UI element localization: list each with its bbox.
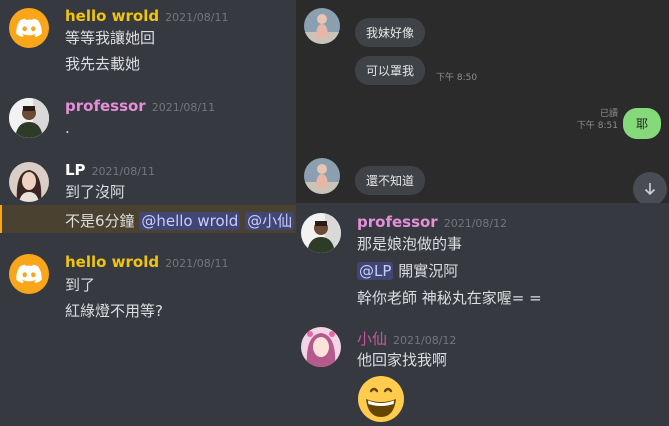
timestamp: 2021/08/11 xyxy=(165,11,229,24)
chat-bubble[interactable]: 我妹好像 xyxy=(355,18,426,47)
mention[interactable]: @LP xyxy=(357,262,394,280)
message-text: 到了沒阿 xyxy=(65,183,126,201)
message-time: 下午 8:50 xyxy=(436,73,478,83)
message-text: 等等我讓她回 xyxy=(65,29,156,47)
username[interactable]: hello wrold 2021/08/11 xyxy=(65,253,229,271)
message-text: 那是娘泡做的事 xyxy=(357,235,463,253)
timestamp: 2021/08/11 xyxy=(165,257,229,270)
username-text[interactable]: professor xyxy=(357,213,438,231)
message-text: 紅綠燈不用等? xyxy=(65,302,163,320)
username-text[interactable]: professor xyxy=(65,97,146,115)
timestamp: 2021/08/12 xyxy=(443,217,508,230)
contact-avatar[interactable] xyxy=(304,158,340,194)
arrow-down-icon[interactable] xyxy=(633,172,667,203)
message-text: @LP 開實況阿 xyxy=(357,260,458,281)
chat-bubble-outgoing[interactable]: 耶 xyxy=(623,108,662,139)
username-text[interactable]: 小仙 xyxy=(357,330,387,348)
username[interactable]: professor 2021/08/12 xyxy=(357,213,507,231)
read-status: 已讀 xyxy=(599,109,618,119)
xiaoxian-avatar[interactable] xyxy=(301,327,341,367)
grinning-face-emoji xyxy=(358,376,404,422)
message-text: 到了 xyxy=(65,276,96,294)
message-text-part: 不是6分鐘 xyxy=(65,212,135,230)
message-time: 下午 8:51 xyxy=(576,121,618,131)
message-text: . xyxy=(65,119,70,137)
message-text: 我先去載她 xyxy=(65,55,141,73)
username[interactable]: LP 2021/08/11 xyxy=(65,161,155,179)
discord-logo-icon[interactable] xyxy=(9,254,49,294)
chat-bubble[interactable]: 可以罩我 xyxy=(355,56,426,85)
message-text-part: 開實況阿 xyxy=(398,262,459,280)
message-text: 他回家找我啊 xyxy=(357,351,448,369)
username-text[interactable]: hello wrold xyxy=(65,7,159,25)
left-chat-panel: hello wrold 2021/08/11 等等我讓她回 我先去載她 profe… xyxy=(0,0,296,426)
username[interactable]: professor 2021/08/11 xyxy=(65,97,215,115)
discord-logo-icon[interactable] xyxy=(9,8,49,48)
message-text: 不是6分鐘 @hello wrold @小仙 xyxy=(65,210,295,231)
chat-bubble[interactable]: 還不知道 xyxy=(355,166,426,195)
mention[interactable]: @hello wrold xyxy=(139,212,241,230)
professor-avatar[interactable] xyxy=(301,213,341,253)
lp-avatar[interactable] xyxy=(9,162,49,202)
timestamp: 2021/08/11 xyxy=(151,101,216,114)
read-receipt: 已讀 下午 8:51 xyxy=(566,108,618,132)
timestamp: 2021/08/12 xyxy=(393,334,457,347)
message-text: 幹你老師 神秘丸在家喔= = xyxy=(357,289,542,307)
line-chat-panel: 我妹好像 可以罩我 下午 8:50 已讀 下午 8:51 耶 還不知道 xyxy=(296,0,669,203)
username-text[interactable]: LP xyxy=(65,161,86,179)
username[interactable]: hello wrold 2021/08/11 xyxy=(65,7,229,25)
professor-avatar[interactable] xyxy=(9,98,49,138)
mention[interactable]: @小仙 xyxy=(245,212,295,230)
right-chat-panel: professor 2021/08/12 那是娘泡做的事 @LP 開實況阿 幹你老… xyxy=(296,203,669,426)
username[interactable]: 小仙 2021/08/12 xyxy=(357,328,456,349)
contact-avatar[interactable] xyxy=(304,8,340,44)
username-text[interactable]: hello wrold xyxy=(65,253,159,271)
timestamp: 2021/08/11 xyxy=(91,165,155,178)
